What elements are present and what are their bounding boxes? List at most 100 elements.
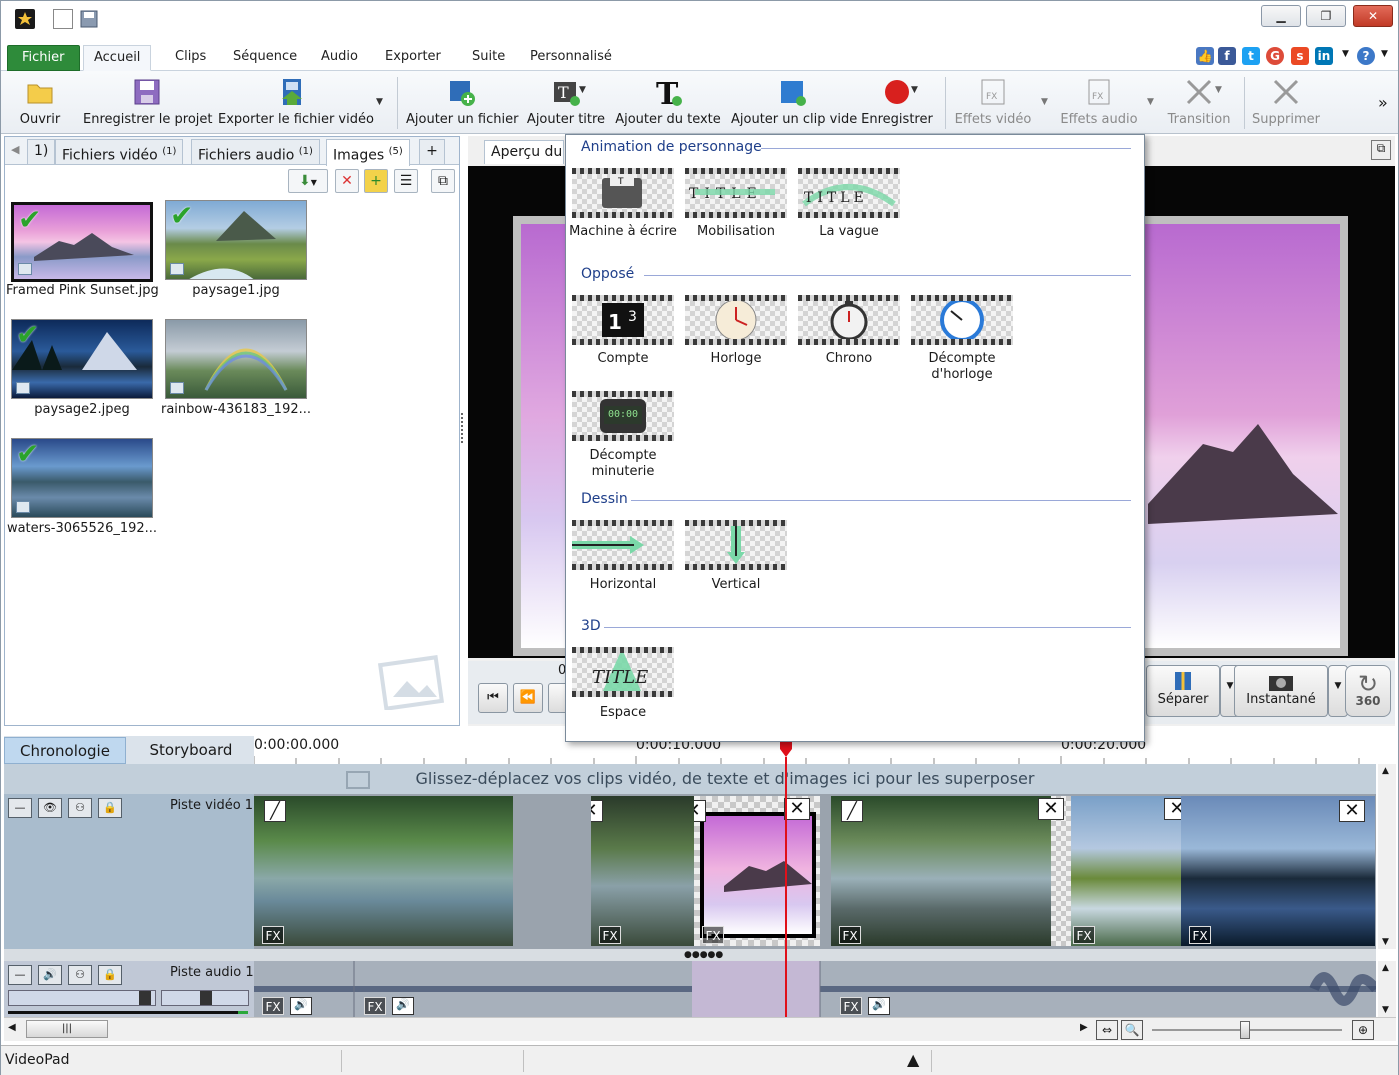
preview-tab[interactable]: Aperçu du [484,140,564,164]
audio-effects-dropdown-icon[interactable]: ▼ [1147,97,1154,107]
visibility-eye-icon[interactable]: 👁 [38,798,62,818]
save-icon[interactable] [79,9,99,29]
add-text-button[interactable]: T Ajouter du texte [615,75,721,131]
record-button[interactable]: Enregistrer [859,75,935,131]
scroll-left-icon[interactable]: ◀ [8,1022,16,1033]
scroll-down-icon[interactable]: ▼ [1382,937,1389,947]
transition-button[interactable]: Transition [1163,75,1235,131]
clip-fx-button[interactable]: FX [839,926,861,944]
twitter-icon[interactable]: t [1242,47,1260,65]
export-video-button[interactable]: Exporter le fichier vidéo [218,75,374,131]
snapshot-button[interactable]: Instantané [1234,665,1328,717]
tab-video-files[interactable]: Fichiers vidéo (1) [55,139,184,164]
delete-button[interactable]: Supprimer [1251,75,1321,131]
lock-icon[interactable]: 🔒 [98,965,122,985]
tab-images[interactable]: Images (5) [326,139,410,166]
undock-preview-icon[interactable]: ⧉ [1371,140,1391,160]
media-thumb[interactable]: ✔ [11,438,153,518]
collapse-track-button[interactable]: — [8,798,32,818]
tab-previous[interactable]: 1) [27,139,56,164]
add-title-dropdown-icon[interactable]: ▼ [579,85,586,95]
add-bin-tab-button[interactable]: + [419,139,445,164]
sort-button[interactable]: ⬇▼ [288,169,328,193]
facebook-icon[interactable]: f [1218,47,1236,65]
record-dropdown-icon[interactable]: ▼ [911,85,918,95]
title-count-thumb[interactable]: 13 [572,295,674,345]
tab-accueil[interactable]: Accueil [83,45,152,71]
video-effects-button[interactable]: FX Effets vidéo [951,75,1035,131]
title-mobilisation-thumb[interactable]: TITLE [685,168,787,218]
audio-vertical-scrollbar[interactable]: ▲ ▼ [1378,961,1396,1017]
tab-storyboard[interactable]: Storyboard [128,737,254,764]
transition-dropdown-icon[interactable]: ▼ [1215,85,1222,95]
add-blank-clip-button[interactable]: Ajouter un clip vide [731,75,857,131]
clip-fx-button[interactable]: FX [1189,926,1211,944]
audio-volume-icon[interactable]: 🔊 [868,997,890,1015]
timeline-clip[interactable]: ╱ FX [254,796,513,946]
video-vertical-scrollbar[interactable]: ▲ ▼ [1378,764,1396,949]
fade-in-icon[interactable]: ╱ [264,800,286,822]
scrollbar-thumb[interactable]: ||| [26,1020,108,1038]
audio-volume-icon[interactable]: 🔊 [392,997,414,1015]
new-project-icon[interactable] [53,9,73,29]
audio-effects-button[interactable]: FX Effets audio [1057,75,1141,131]
video-track[interactable]: ╱ FX ✕ FX ✕ FX ✕ ╱ FX ✕ FX ✕ ✕ FX [254,794,1376,949]
timeline-horizontal-scrollbar[interactable]: ◀ ||| ▶ ⇔ 🔍 ⊕ [4,1017,1396,1041]
expand-panel-icon[interactable]: ▲ [907,1050,919,1069]
tab-personnalise[interactable]: Personnalisé [520,45,622,71]
volume-slider[interactable] [8,990,156,1006]
lock-icon[interactable]: 🔒 [98,798,122,818]
scroll-down-icon[interactable]: ▼ [1382,1005,1389,1015]
media-thumb[interactable]: ✔ [11,202,153,282]
undock-button[interactable]: ⧉ [431,169,455,193]
split-button[interactable]: Séparer [1146,665,1220,717]
remove-media-button[interactable]: ✕ [335,169,359,193]
media-thumb[interactable]: ✔ [11,319,153,399]
title-vertical-thumb[interactable] [685,520,787,570]
media-thumb[interactable]: ✔ [165,200,307,280]
tab-chronologie[interactable]: Chronologie [4,737,126,764]
speaker-icon[interactable]: 🔊 [38,965,62,985]
transition-x-icon[interactable]: ✕ [1038,798,1064,820]
timeline-clip[interactable]: ╱ FX [831,796,1051,946]
tab-audio-files[interactable]: Fichiers audio (1) [191,139,320,164]
scroll-up-icon[interactable]: ▲ [1382,963,1389,973]
zoom-in-icon[interactable]: ⊕ [1352,1020,1374,1040]
title-chrono-thumb[interactable] [798,295,900,345]
clip-fx-button[interactable]: FX [262,926,284,944]
minimize-button[interactable]: ▁ [1261,5,1301,27]
overlay-drop-zone[interactable]: Glissez-déplacez vos clips vidéo, de tex… [4,764,1376,794]
collapse-track-button[interactable]: — [8,965,32,985]
open-button[interactable]: Ouvrir [11,75,69,131]
zoom-out-icon[interactable]: 🔍 [1121,1020,1143,1040]
vr360-button[interactable]: ↻ 360 [1345,665,1391,717]
clip-fx-button[interactable]: FX [1073,926,1095,944]
tab-audio[interactable]: Audio [311,45,368,71]
scroll-up-icon[interactable]: ▲ [1382,766,1389,776]
stumbleupon-icon[interactable]: s [1291,47,1309,65]
track-group-icon[interactable]: ⚇ [68,798,92,818]
prev-frame-button[interactable]: ⏪ [513,683,543,713]
social-dropdown-icon[interactable]: ▼ [1342,49,1349,59]
fade-in-icon[interactable]: ╱ [841,800,863,822]
help-icon[interactable]: ? [1357,47,1375,65]
pan-thumb[interactable] [200,991,212,1005]
volume-thumb[interactable] [139,991,151,1005]
audio-fx-button[interactable]: FX [840,997,862,1015]
help-dropdown-icon[interactable]: ▼ [1381,49,1388,59]
go-start-button[interactable]: ⏮ [478,683,508,713]
zoom-slider-thumb[interactable] [1240,1021,1250,1039]
transition-x-icon[interactable]: ✕ [694,800,706,822]
title-clock-countdown-thumb[interactable] [911,295,1013,345]
zoom-slider[interactable] [1152,1021,1342,1039]
ribbon-overflow-button[interactable]: » [1378,93,1388,112]
transition-x-icon[interactable]: ✕ [784,798,810,820]
pan-slider[interactable] [161,990,249,1006]
linkedin-icon[interactable]: in [1315,47,1333,65]
panel-splitter[interactable] [461,413,466,443]
timeline-clip[interactable]: ✕ FX [1181,796,1375,946]
view-list-button[interactable]: ☰ [394,169,418,193]
audio-fx-button[interactable]: FX [364,997,386,1015]
title-space-thumb[interactable]: TITLE [572,647,674,697]
audio-track[interactable]: FX 🔊 FX 🔊 FX 🔊 [254,961,1376,1017]
